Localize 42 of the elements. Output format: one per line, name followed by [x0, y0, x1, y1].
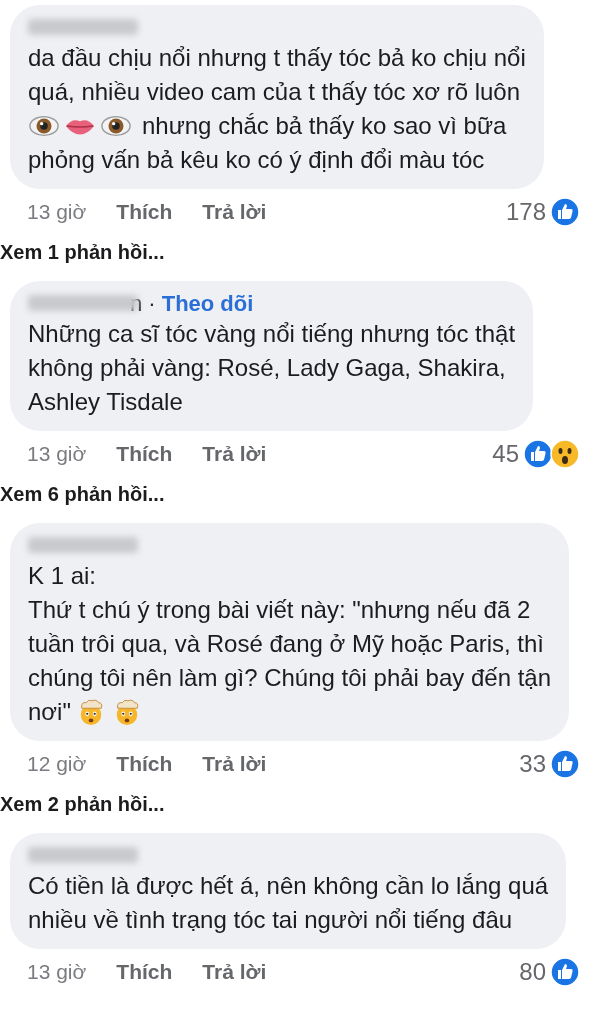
reaction-count: 80 [519, 957, 546, 987]
name-separator: n · [130, 289, 156, 318]
comment-text: da đầu chịu nổi nhưng t thấy tóc bả ko chịu nổi [28, 43, 526, 73]
comment-text: nơi" [28, 697, 71, 727]
comment-text: Có tiền là được hết á, nên không cần lo lắng quá [28, 871, 549, 901]
follow-link[interactable]: Theo dõi [161, 286, 254, 320]
like-icon [550, 197, 580, 227]
comment-text: tuần trôi qua, và Rosé đang ở Mỹ hoặc Paris, thì [28, 629, 544, 659]
comment-text: không phải vàng: Rosé, Lady Gaga, Shakira, [28, 353, 506, 383]
reaction-count: 45 [492, 439, 519, 469]
like-button[interactable]: Thích [116, 748, 173, 780]
eye-icon [101, 114, 131, 138]
comment-time: 13 giờ [27, 199, 87, 226]
view-replies-link[interactable]: Xem 1 phản hồi... [0, 237, 165, 267]
surprised-face-icon [550, 439, 580, 469]
reply-button[interactable]: Trả lời [202, 438, 267, 470]
like-button[interactable]: Thích [116, 196, 173, 228]
reply-button[interactable]: Trả lời [202, 748, 267, 780]
comment-time: 13 giờ [27, 959, 87, 986]
like-icon [550, 749, 580, 779]
comment-text: K 1 ai: [28, 561, 97, 591]
comment-time: 12 giờ [27, 751, 87, 778]
comment-text: nhưng chắc bả thấy ko sao vì bữa [142, 111, 507, 141]
reaction-count: 178 [505, 197, 546, 227]
view-replies-link[interactable]: Xem 2 phản hồi... [0, 789, 165, 819]
like-button[interactable]: Thích [116, 956, 173, 988]
eye-icon [29, 114, 59, 138]
comment-text: nhiều về tình trạng tóc tai người nổi tiếng đâu [28, 905, 513, 935]
reply-button[interactable]: Trả lời [202, 956, 267, 988]
like-icon [550, 957, 580, 987]
view-replies-link[interactable]: Xem 6 phản hồi... [0, 479, 165, 509]
comment-text: Những ca sĩ tóc vàng nổi tiếng nhưng tóc thật [28, 319, 516, 349]
comment-text: Thứ t chú ý trong bài viết này: "nhưng nếu đã 2 [28, 595, 531, 625]
like-icon [523, 439, 553, 469]
comment-text: quá, nhiều video cam của t thấy tóc xơ rõ luôn [28, 77, 521, 107]
comment-text: Ashley Tisdale [28, 387, 183, 417]
like-button[interactable]: Thích [116, 438, 173, 470]
reply-button[interactable]: Trả lời [202, 196, 267, 228]
comment-text: chúng tôi nên làm gì? Chúng tôi phải bay đến tận [28, 663, 552, 693]
reaction-count: 33 [519, 749, 546, 779]
comment-time: 13 giờ [27, 441, 87, 468]
comment-text: phỏng vấn bả kêu ko có ý định đổi màu tóc [28, 145, 485, 175]
